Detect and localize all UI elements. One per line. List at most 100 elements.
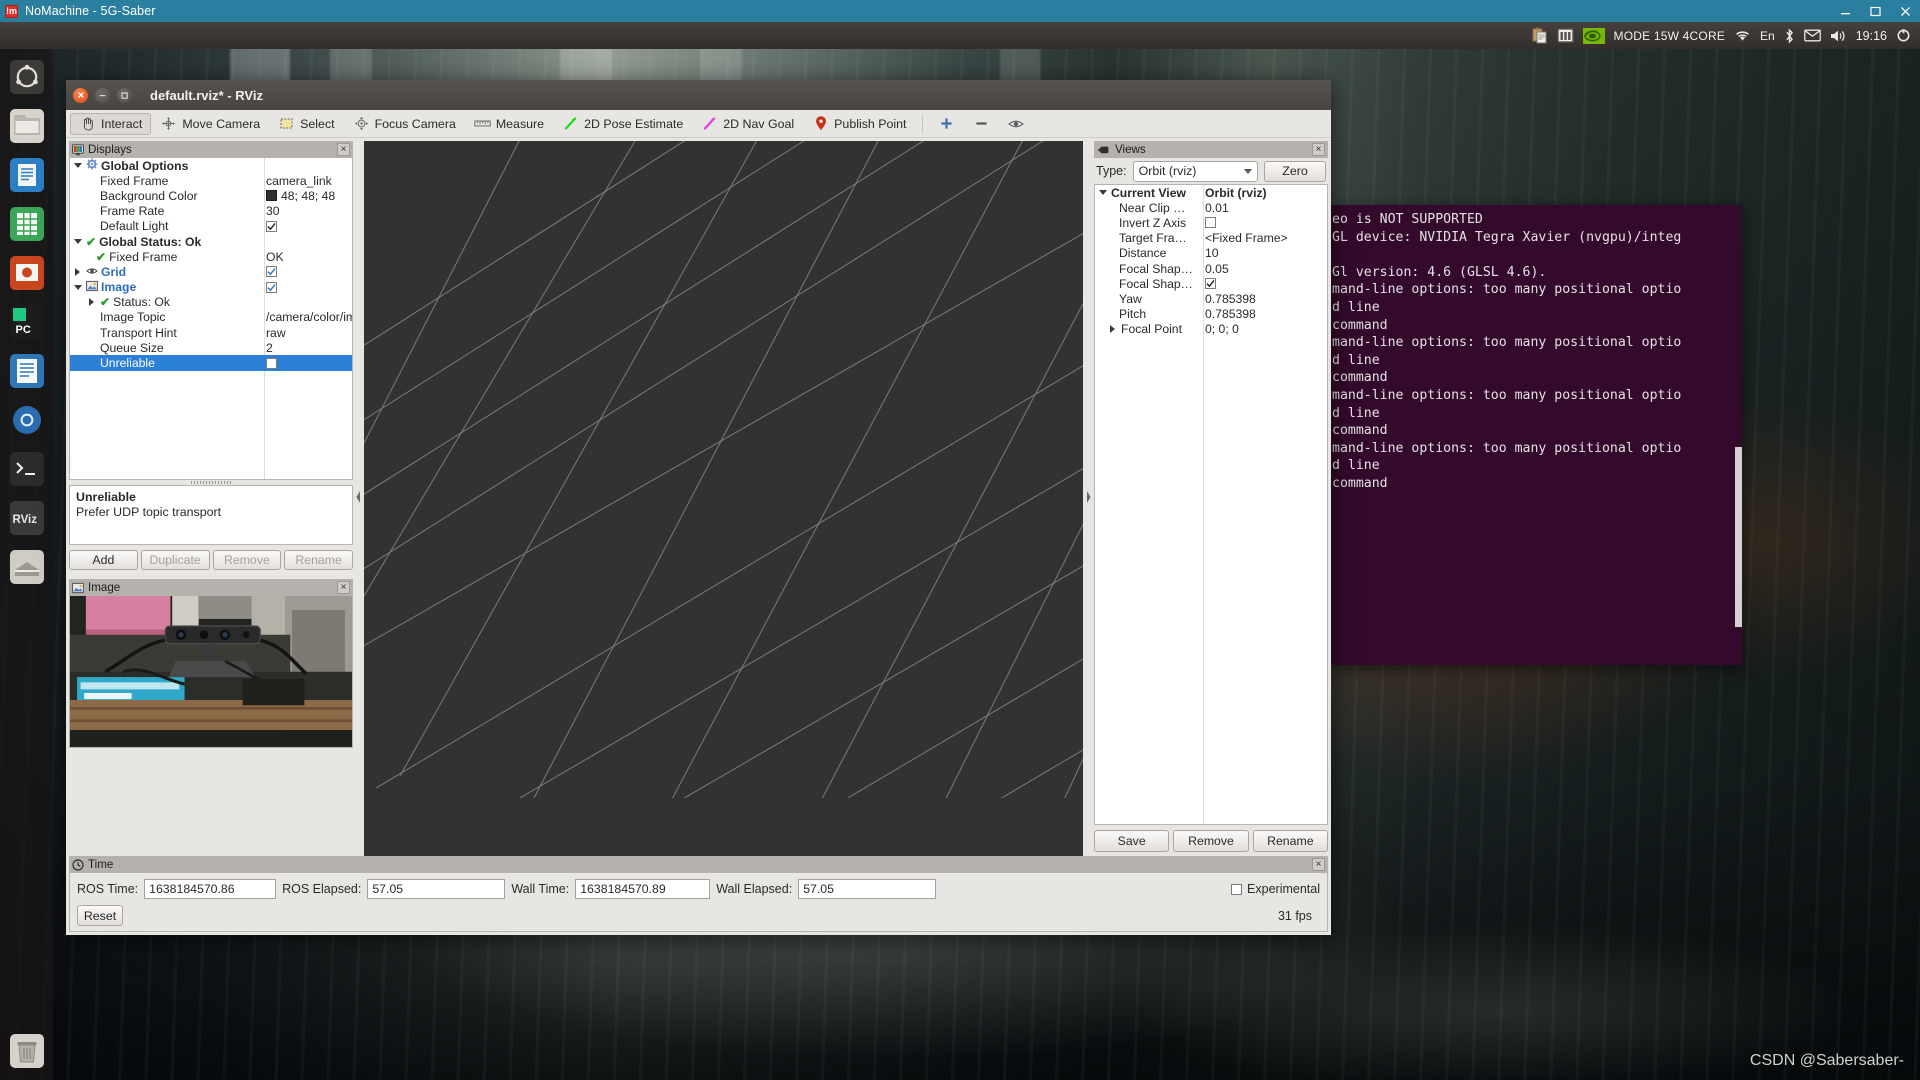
launcher-item-libreoffice-writer[interactable] <box>6 154 48 196</box>
tree-row-unreliable[interactable]: Unreliable <box>70 355 352 371</box>
toolbar-remove-tool[interactable] <box>964 113 999 135</box>
grid-enable-checkbox[interactable] <box>266 266 277 278</box>
image-enable-checkbox[interactable] <box>266 281 277 293</box>
3d-render-view[interactable] <box>364 141 1083 856</box>
views-value[interactable]: 0.785398 <box>1205 307 1256 321</box>
tree-row-global-status[interactable]: ✔ Global Status: Ok <box>70 234 352 249</box>
rviz-window[interactable]: default.rviz* - RViz Interact Move Camer… <box>66 80 1331 935</box>
default-light-checkbox[interactable] <box>266 220 277 232</box>
save-view-button[interactable]: Save <box>1094 830 1170 852</box>
tree-row-fixed-frame[interactable]: Fixed Frame camera_link <box>70 173 352 188</box>
window-minimize-button[interactable] <box>95 87 110 103</box>
toolbar-tool-properties[interactable] <box>999 113 1034 135</box>
tree-row-image-status[interactable]: ✔ Status: Ok <box>70 295 352 310</box>
tree-row-transport-hint[interactable]: Transport Hint raw <box>70 325 352 340</box>
launcher-item-software-center[interactable] <box>6 546 48 588</box>
views-value[interactable]: 0.01 <box>1205 201 1229 215</box>
tree-row-image[interactable]: Image <box>70 280 352 295</box>
ros-time-input[interactable]: 1638184570.86 <box>144 879 277 899</box>
minimize-icon[interactable] <box>1830 0 1860 22</box>
launcher-item-text-editor[interactable] <box>6 350 48 392</box>
expand-arrow-down-icon[interactable] <box>1097 190 1108 196</box>
launcher-item-pycharm[interactable]: PC <box>6 301 48 343</box>
reset-button[interactable]: Reset <box>77 905 123 926</box>
expand-arrow-right-icon[interactable] <box>72 267 83 276</box>
tree-value[interactable]: 2 <box>266 341 273 355</box>
focal-shape-fixed-checkbox[interactable] <box>1205 278 1216 290</box>
tool-2d-pose-estimate[interactable]: 2D Pose Estimate <box>553 113 692 135</box>
views-value[interactable]: 0.785398 <box>1205 292 1256 306</box>
mail-icon[interactable] <box>1803 26 1821 46</box>
expand-arrow-down-icon[interactable] <box>72 239 83 245</box>
remove-display-button[interactable]: Remove <box>212 550 282 570</box>
views-row-focal-point[interactable]: Focal Point 0; 0; 0 <box>1095 322 1327 337</box>
view-type-select[interactable]: Orbit (rviz) <box>1132 160 1258 182</box>
views-value[interactable]: 0.05 <box>1205 262 1229 276</box>
views-property-tree[interactable]: Current View Orbit (rviz) Near Clip … 0.… <box>1094 184 1328 825</box>
launcher-item-terminal[interactable] <box>6 448 48 490</box>
tool-interact[interactable]: Interact <box>70 112 152 135</box>
launcher-item-trash[interactable] <box>6 1030 48 1072</box>
image-panel-close-icon[interactable]: × <box>337 581 350 594</box>
tree-value[interactable]: raw <box>266 326 286 340</box>
camera-image-view[interactable] <box>69 596 353 748</box>
tree-value[interactable]: /camera/color/image… <box>266 310 352 324</box>
launcher-item-libreoffice-calc[interactable] <box>6 203 48 245</box>
ros-elapsed-input[interactable]: 57.05 <box>367 879 506 899</box>
keyboard-language-indicator[interactable]: En <box>1760 29 1775 43</box>
wifi-icon[interactable] <box>1734 26 1751 46</box>
system-clock[interactable]: 19:16 <box>1856 29 1887 43</box>
views-row-focal-shape-size[interactable]: Focal Shap… 0.05 <box>1095 261 1327 276</box>
views-row-focal-shape-fixed[interactable]: Focal Shap… <box>1095 276 1327 291</box>
views-close-icon[interactable]: × <box>1312 143 1325 156</box>
launcher-item-chromium-browser[interactable] <box>6 399 48 441</box>
wall-time-input[interactable]: 1638184570.89 <box>575 879 711 899</box>
displays-close-icon[interactable]: × <box>337 143 350 156</box>
views-row-distance[interactable]: Distance 10 <box>1095 246 1327 261</box>
views-value[interactable]: 10 <box>1205 246 1219 260</box>
expand-arrow-right-icon[interactable] <box>86 298 97 307</box>
experimental-toggle[interactable]: Experimental <box>1231 882 1320 896</box>
close-icon[interactable] <box>1890 0 1920 22</box>
bluetooth-icon[interactable] <box>1784 26 1795 46</box>
views-value[interactable]: 0; 0; 0 <box>1205 322 1239 336</box>
views-row-yaw[interactable]: Yaw 0.785398 <box>1095 291 1327 306</box>
views-row-target-frame[interactable]: Target Fra… <Fixed Frame> <box>1095 231 1327 246</box>
views-value[interactable]: <Fixed Frame> <box>1205 231 1288 245</box>
left-splitter-handle[interactable] <box>353 138 364 856</box>
invert-z-axis-checkbox[interactable] <box>1205 217 1216 229</box>
nvidia-icon[interactable] <box>1582 26 1605 46</box>
volume-icon[interactable] <box>1830 26 1847 46</box>
color-swatch[interactable] <box>266 190 277 202</box>
unreliable-checkbox[interactable] <box>266 357 277 369</box>
window-maximize-button[interactable] <box>117 87 132 103</box>
remove-view-button[interactable]: Remove <box>1173 830 1249 852</box>
rename-view-button[interactable]: Rename <box>1252 830 1328 852</box>
window-close-button[interactable] <box>73 87 88 103</box>
expand-arrow-down-icon[interactable] <box>72 163 83 169</box>
clipboard-icon[interactable] <box>1531 26 1548 46</box>
maximize-icon[interactable] <box>1860 0 1890 22</box>
tree-row-background-color[interactable]: Background Color 48; 48; 48 <box>70 188 352 203</box>
power-gear-icon[interactable] <box>1896 26 1911 46</box>
tree-value[interactable]: camera_link <box>266 174 332 188</box>
add-display-button[interactable]: Add <box>69 550 138 570</box>
system-monitor-icon[interactable] <box>1556 26 1574 46</box>
launcher-item-ubuntu-dash[interactable] <box>6 56 48 98</box>
tree-row-image-topic[interactable]: Image Topic /camera/color/image… <box>70 310 352 325</box>
zero-view-button[interactable]: Zero <box>1264 160 1326 182</box>
expand-arrow-down-icon[interactable] <box>72 284 83 290</box>
toolbar-add-tool[interactable] <box>929 113 964 135</box>
right-splitter-handle[interactable] <box>1083 138 1094 856</box>
displays-property-tree[interactable]: Global Options Fixed Frame camera_link B… <box>69 158 353 480</box>
tree-row-queue-size[interactable]: Queue Size 2 <box>70 340 352 355</box>
time-close-icon[interactable]: × <box>1312 858 1325 871</box>
tool-move-camera[interactable]: Move Camera <box>151 113 269 135</box>
views-row-pitch[interactable]: Pitch 0.785398 <box>1095 307 1327 322</box>
tree-row-grid[interactable]: Grid <box>70 264 352 279</box>
tree-row-default-light[interactable]: Default Light <box>70 219 352 234</box>
tool-measure[interactable]: Measure <box>465 113 553 135</box>
tool-2d-nav-goal[interactable]: 2D Nav Goal <box>692 113 803 135</box>
wall-elapsed-input[interactable]: 57.05 <box>798 879 937 899</box>
tree-value[interactable]: 30 <box>266 204 280 218</box>
